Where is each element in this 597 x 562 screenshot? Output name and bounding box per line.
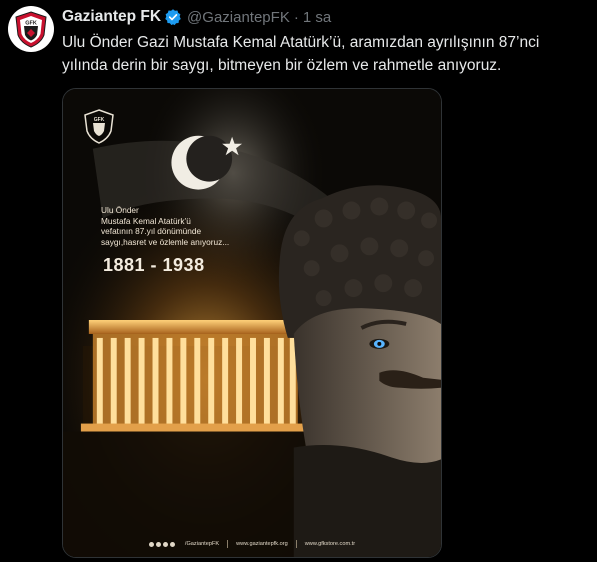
footer-divider (227, 540, 229, 548)
timestamp[interactable]: 1 sa (303, 9, 331, 26)
instagram-icon (148, 541, 154, 547)
avatar-badge-text: GFK (25, 21, 37, 27)
youtube-icon (169, 541, 175, 547)
club-logo-icon: GFK (84, 109, 114, 144)
display-name[interactable]: Gaziantep FK (62, 8, 161, 26)
x-icon (155, 541, 161, 547)
tweet-text: Ulu Önder Gazi Mustafa Kemal Atatürk’ü, … (62, 34, 540, 74)
club-shield-icon: GFK (15, 11, 47, 48)
handle[interactable]: @GaziantepFK (187, 9, 290, 26)
artwork-years: 1881 - 1938 (103, 255, 205, 275)
footer-store: www.gfkstore.com.tr (304, 541, 356, 547)
artwork-footer: /GaziantepFK www.gaziantepfk.org www.gfk… (63, 537, 441, 551)
tweet-image[interactable]: GFK Ulu Önder Mustafa Kemal Atatürk’ü ve… (62, 88, 442, 558)
facebook-icon (162, 541, 168, 547)
footer-website: www.gaziantepfk.org (236, 541, 288, 547)
footer-divider (295, 540, 297, 548)
verified-badge-icon[interactable] (164, 8, 182, 26)
artwork-caption: Ulu Önder Mustafa Kemal Atatürk’ü vefatı… (101, 205, 230, 247)
tweet-header: Gaziantep FK @GaziantepFK · 1 sa (62, 6, 331, 28)
tweet[interactable]: GFK Gaziantep FK @GaziantepFK · 1 sa Ulu… (0, 0, 597, 562)
social-icons (148, 541, 175, 547)
avatar[interactable]: GFK (8, 6, 54, 52)
footer-social-handle: /GaziantepFK (184, 541, 220, 547)
media-badge-text: GFK (94, 117, 105, 123)
commemorative-artwork (63, 89, 441, 557)
separator-dot: · (293, 8, 299, 26)
